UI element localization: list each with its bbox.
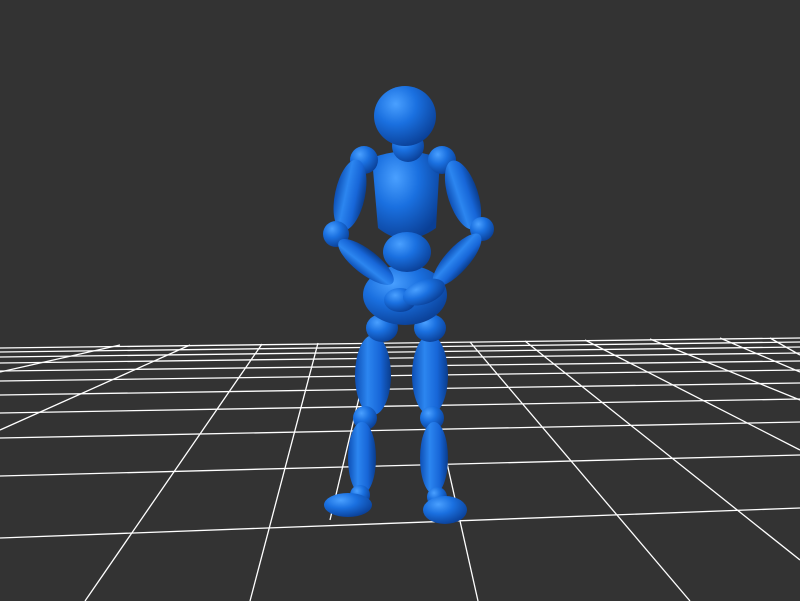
left-leg[interactable] xyxy=(324,335,391,517)
head[interactable] xyxy=(374,86,436,146)
grid-line xyxy=(0,369,800,382)
waist xyxy=(383,232,431,272)
grid-line xyxy=(0,360,800,372)
grid-line xyxy=(0,352,800,364)
grid-line xyxy=(0,346,800,358)
right-foot xyxy=(423,496,467,524)
grid-line xyxy=(0,344,191,431)
3d-viewport[interactable] xyxy=(0,0,800,601)
scene-canvas[interactable] xyxy=(0,0,800,601)
left-foot xyxy=(324,493,372,517)
grid-line xyxy=(0,454,800,477)
ground-grid xyxy=(0,337,800,601)
grid-line xyxy=(0,344,121,373)
grid-line xyxy=(0,507,800,539)
grid-line xyxy=(0,398,800,414)
mannequin-figure[interactable] xyxy=(323,86,494,524)
grid-line xyxy=(249,342,319,601)
grid-line xyxy=(469,341,691,601)
grid-line xyxy=(0,421,800,439)
grid-line xyxy=(524,340,800,561)
